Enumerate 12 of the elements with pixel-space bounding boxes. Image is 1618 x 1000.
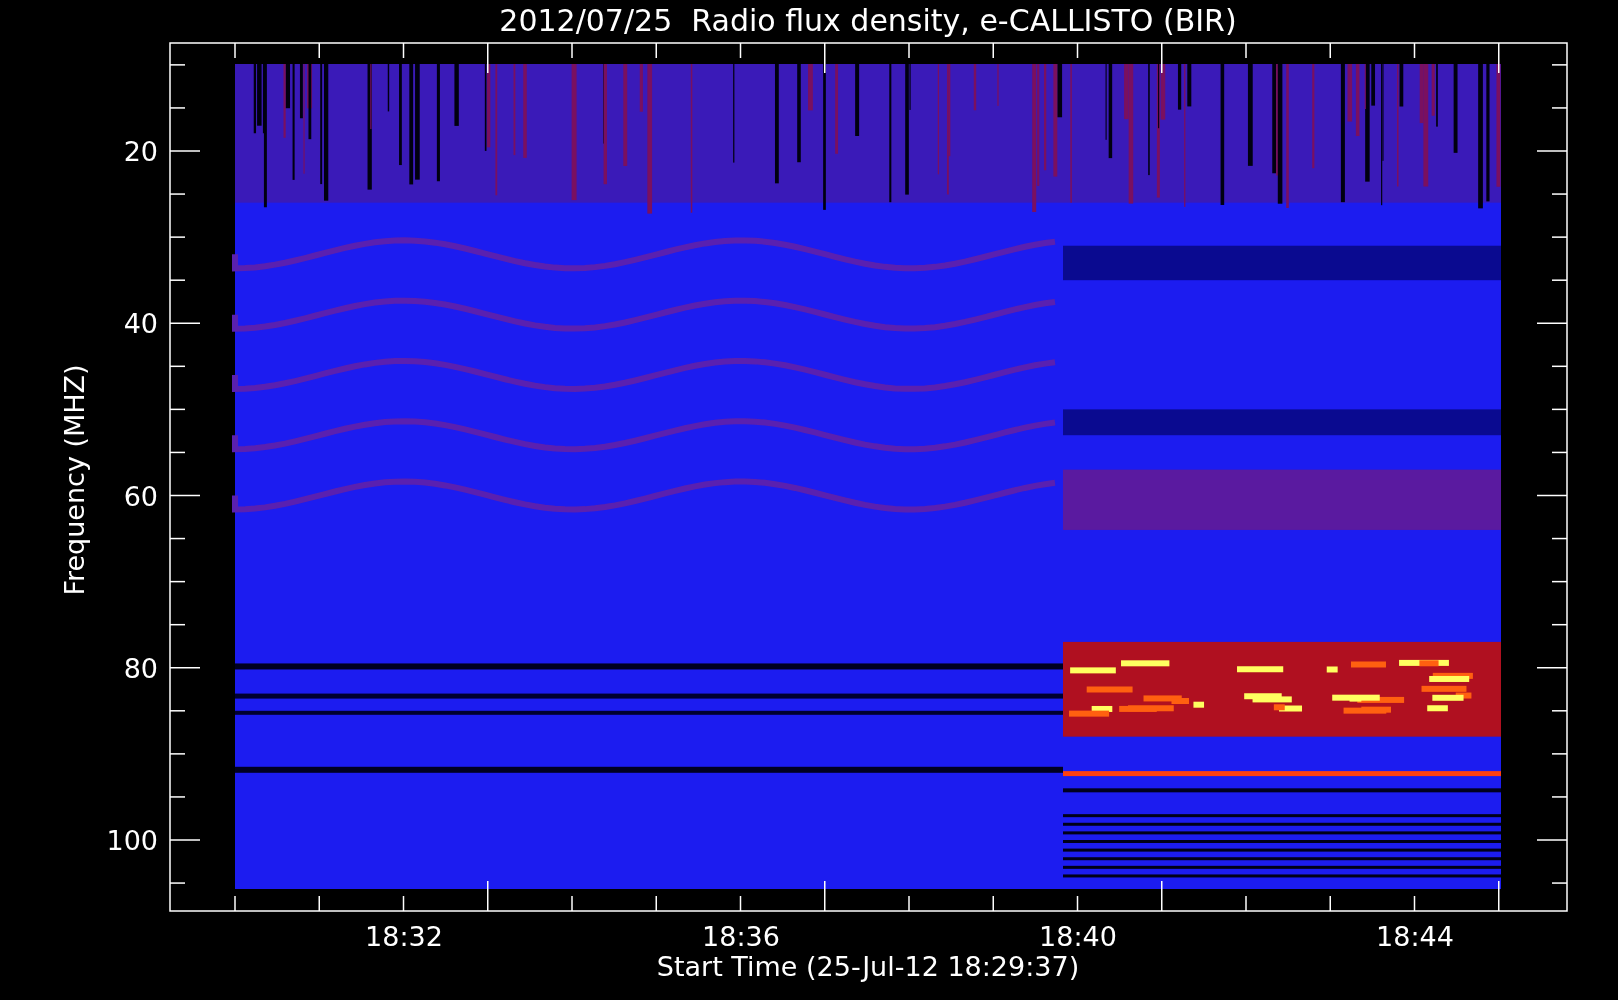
x-tick-label: 18:44 <box>1376 921 1454 952</box>
x-axis-label: Start Time (25-Jul-12 18:29:37) <box>656 951 1080 982</box>
y-tick-label: 80 <box>123 652 158 684</box>
y-tick-label: 60 <box>123 480 158 512</box>
x-tick-label: 18:36 <box>702 921 780 952</box>
y-axis-label: Frequency (MHZ) <box>59 364 90 596</box>
y-tick-label: 100 <box>106 825 158 856</box>
y-tick-label: 40 <box>123 308 158 340</box>
y-tick-label: 20 <box>123 136 158 167</box>
x-tick-label: 18:32 <box>365 921 443 952</box>
x-tick-label: 18:40 <box>1039 921 1117 952</box>
chart-title: 2012/07/25 Radio flux density, e-CALLISTO (BIR) <box>499 3 1237 38</box>
